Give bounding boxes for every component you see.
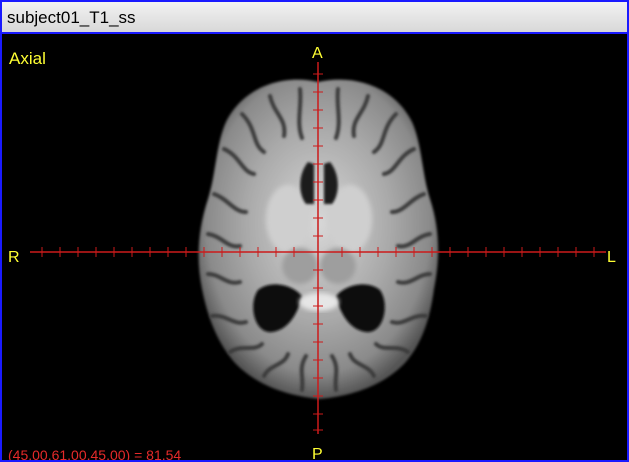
- voxel-value-readout: (45.00,61.00,45.00) = 81.54: [8, 447, 182, 462]
- crosshair[interactable]: [30, 62, 606, 434]
- window-title: subject01_T1_ss: [7, 8, 136, 27]
- orientation-anterior-label: A: [312, 45, 323, 62]
- brain-slice-image[interactable]: [2, 34, 627, 462]
- image-viewer-window: subject01_T1_ss Axial A P R L (45.00,61.…: [0, 0, 629, 462]
- title-bar[interactable]: subject01_T1_ss: [2, 2, 627, 34]
- axial-viewport[interactable]: Axial A P R L (45.00,61.00,45.00) = 81.5…: [2, 34, 627, 462]
- orientation-left-label: L: [607, 249, 616, 266]
- orientation-right-label: R: [8, 249, 20, 266]
- orientation-posterior-label: P: [312, 446, 323, 462]
- view-plane-label: Axial: [9, 49, 46, 68]
